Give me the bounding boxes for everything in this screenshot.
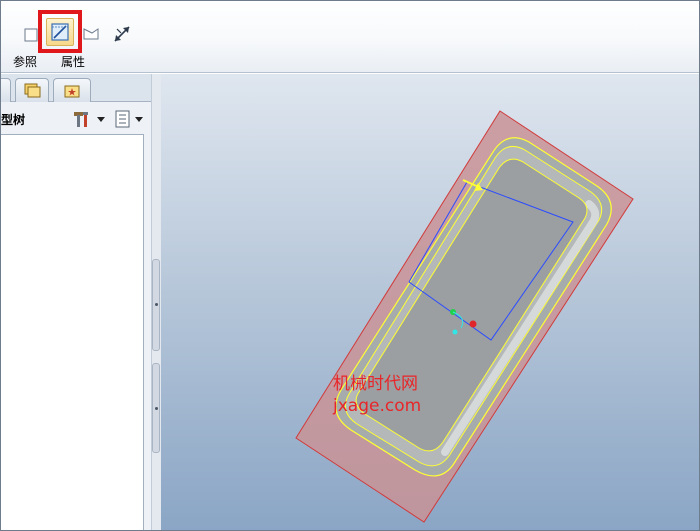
watermark-line-1: 机械时代网: [333, 374, 418, 394]
chevron-down-icon: [96, 116, 105, 122]
properties-highlight-box: [38, 10, 82, 53]
tab-folder-browser[interactable]: [15, 78, 49, 102]
graphics-viewport[interactable]: [161, 74, 699, 530]
sash-grip-dot: [155, 407, 158, 410]
watermark-text: 机械时代网 jxage.com: [333, 373, 421, 417]
model-graphics: [295, 110, 634, 523]
model-tree-list[interactable]: [1, 134, 144, 530]
sketch-setup-button[interactable]: [81, 21, 101, 47]
sketch-view-icon: [83, 28, 99, 40]
application-window: 参照 属性 型树 机械时代网 jxage.com: [0, 0, 700, 531]
favorites-tab-icon: [64, 85, 80, 97]
references-label: 参照: [13, 55, 38, 69]
tree-settings-button[interactable]: [71, 109, 105, 129]
flip-direction-button[interactable]: [109, 21, 135, 47]
tab-favorites[interactable]: [53, 78, 91, 102]
csys-origin-cyan: [452, 329, 458, 335]
tab-model-tree[interactable]: [1, 78, 11, 102]
folder-browser-tab-icon: [24, 83, 41, 97]
show-list-icon: [115, 110, 129, 128]
navigator-tab-strip: [1, 74, 161, 102]
chevron-down-icon: [134, 116, 143, 122]
watermark-line-2: jxage.com: [333, 396, 422, 416]
tree-show-button[interactable]: [111, 109, 145, 129]
ribbon-toolbar: 参照 属性: [1, 1, 699, 73]
model-tree-tab-icon: [1, 86, 6, 96]
csys-origin-red: [469, 320, 477, 328]
sash-grip-dot: [155, 303, 158, 306]
model-tree-title: 型树: [1, 113, 26, 127]
settings-tools-icon: [73, 112, 88, 127]
properties-label: 属性: [61, 55, 86, 69]
flip-direction-icon: [114, 26, 130, 42]
